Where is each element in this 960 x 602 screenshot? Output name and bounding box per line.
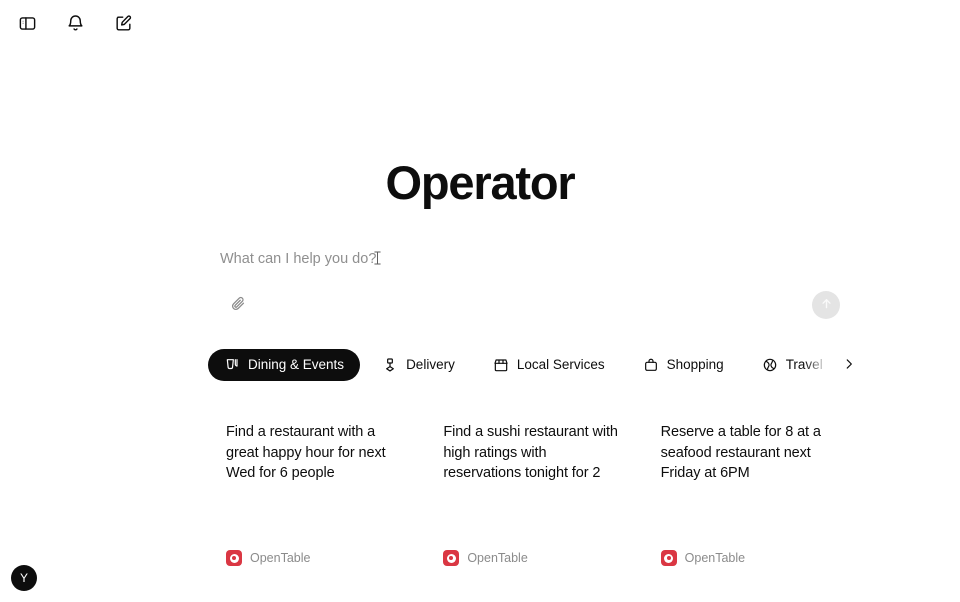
sidebar-toggle-button[interactable] — [10, 6, 44, 40]
new-task-button[interactable] — [106, 6, 140, 40]
chip-dining-and-events[interactable]: Dining & Events — [208, 349, 361, 381]
chip-shopping[interactable]: Shopping — [627, 349, 740, 381]
composer-actions — [208, 282, 858, 328]
chip-label: Local Services — [516, 357, 605, 373]
arrow-up-icon — [819, 296, 834, 314]
compose-icon — [114, 14, 133, 33]
composer[interactable]: What can I help you do? — [208, 236, 858, 328]
chip-label: Delivery — [406, 357, 455, 373]
composer-input-row[interactable]: What can I help you do? — [208, 236, 858, 282]
chip-label: Dining & Events — [248, 357, 345, 373]
chip-label: Shopping — [666, 357, 724, 373]
suggestion-card-list: Find a restaurant with a great happy hou… — [208, 404, 860, 584]
search-input[interactable]: What can I help you do? — [220, 249, 376, 269]
suggestion-card[interactable]: Reserve a table for 8 at a seafood resta… — [642, 404, 860, 584]
top-bar — [0, 0, 960, 46]
suggestion-text: Find a restaurant with a great happy hou… — [226, 424, 386, 481]
storefront-icon — [493, 357, 509, 373]
suggestion-text: Find a sushi restaurant with high rating… — [443, 424, 618, 481]
chip-travel[interactable]: Travel — [746, 349, 839, 381]
paperclip-icon — [230, 295, 247, 315]
suggestion-card[interactable]: Find a restaurant with a great happy hou… — [208, 404, 426, 584]
category-chip-list: Dining & Events Delivery Local Services … — [208, 348, 860, 382]
suggestion-source-label: OpenTable — [467, 551, 528, 565]
suggestion-source-label: OpenTable — [684, 551, 746, 565]
avatar[interactable]: Y — [11, 565, 37, 591]
send-button[interactable] — [812, 291, 840, 319]
suggestion-source: OpenTable — [443, 550, 624, 584]
chip-label: Travel — [785, 357, 823, 373]
suggestion-source: OpenTable — [226, 550, 407, 584]
opentable-logo-icon — [443, 550, 460, 566]
chip-scroll-next-button[interactable] — [838, 353, 860, 377]
suggestion-source-label: OpenTable — [250, 551, 311, 565]
shopping-bag-icon — [643, 357, 659, 373]
delivery-pin-icon — [382, 357, 398, 373]
sidebar-toggle-icon — [18, 14, 37, 33]
globe-icon — [762, 357, 778, 373]
suggestion-text: Reserve a table for 8 at a seafood resta… — [660, 424, 821, 481]
dining-icon — [224, 357, 240, 373]
suggestion-source: OpenTable — [660, 550, 842, 584]
chip-local-services[interactable]: Local Services — [477, 349, 621, 381]
chevron-right-icon — [842, 357, 856, 374]
suggestion-card[interactable]: Find a sushi restaurant with high rating… — [425, 404, 643, 584]
notifications-button[interactable] — [58, 6, 92, 40]
attach-button[interactable] — [223, 290, 253, 320]
app-root: Operator What can I help you do? Dining … — [0, 0, 960, 602]
text-cursor-icon — [373, 250, 382, 266]
category-chip-bar: Dining & Events Delivery Local Services … — [208, 348, 860, 382]
opentable-logo-icon — [226, 550, 242, 566]
bell-icon — [66, 14, 85, 33]
page-title: Operator — [385, 156, 576, 209]
opentable-logo-icon — [660, 550, 677, 566]
chip-delivery[interactable]: Delivery — [366, 349, 471, 381]
